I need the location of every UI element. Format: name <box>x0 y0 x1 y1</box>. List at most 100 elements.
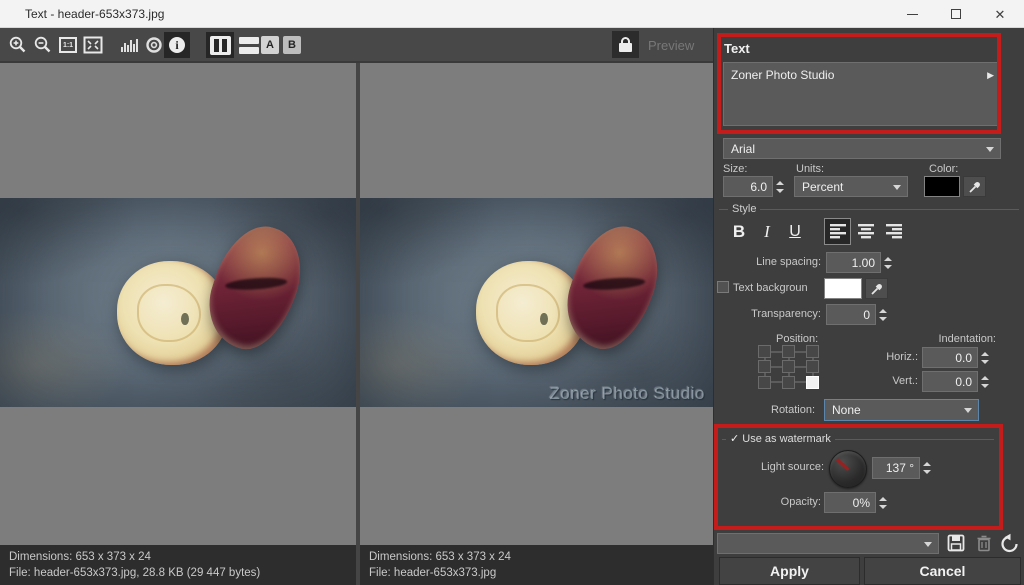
spin-down-icon[interactable] <box>776 189 784 193</box>
undo-icon <box>1000 533 1020 553</box>
font-family-select[interactable]: Arial <box>723 138 1001 159</box>
photo-original <box>0 198 356 407</box>
position-top-left[interactable] <box>758 345 771 358</box>
position-middle-left[interactable] <box>758 360 771 373</box>
color-eyedropper-button[interactable] <box>963 176 986 197</box>
titlebar: Text - header-653x373.jpg ✕ <box>0 0 1024 28</box>
preset-select[interactable] <box>717 533 939 554</box>
text-input[interactable]: Zoner Photo Studio ▶ <box>723 62 999 126</box>
preview-toggle[interactable]: Preview <box>648 38 694 53</box>
delete-preset-button[interactable] <box>972 531 996 555</box>
compare-side-by-side-button[interactable] <box>206 32 234 58</box>
show-original-button[interactable]: A <box>259 32 281 58</box>
histogram-button[interactable] <box>117 32 143 58</box>
minimize-button[interactable] <box>890 0 934 28</box>
underline-button[interactable]: U <box>782 219 808 245</box>
horiz-input[interactable]: 0.0 <box>922 347 978 368</box>
split-horizontal-icon <box>239 37 259 54</box>
units-label: Units: <box>796 163 824 175</box>
vert-label: Vert.: <box>864 375 918 387</box>
position-middle-center[interactable] <box>782 360 795 373</box>
vert-stepper[interactable] <box>980 371 990 392</box>
position-bottom-left[interactable] <box>758 376 771 389</box>
align-center-button[interactable] <box>852 218 879 245</box>
maximize-button[interactable] <box>934 0 978 28</box>
close-icon: ✕ <box>995 8 1006 21</box>
vert-input[interactable]: 0.0 <box>922 371 978 392</box>
info-button[interactable]: i <box>164 32 190 58</box>
save-preset-button[interactable] <box>944 531 968 555</box>
color-label: Color: <box>929 163 958 175</box>
actual-size-button[interactable]: 1:1 <box>56 32 80 58</box>
bold-button[interactable]: B <box>726 219 752 245</box>
spin-up-icon[interactable] <box>776 181 784 185</box>
eyedropper-icon <box>870 282 884 296</box>
apply-button[interactable]: Apply <box>719 557 860 585</box>
style-group-divider <box>719 209 1019 210</box>
one-to-one-icon: 1:1 <box>59 37 77 53</box>
line-spacing-label: Line spacing: <box>714 256 821 268</box>
light-source-label: Light source: <box>723 461 824 473</box>
position-top-center[interactable] <box>782 345 795 358</box>
viewer-toolbar: 1:1 i A B Preview <box>0 28 713 63</box>
floppy-disk-icon <box>947 534 965 552</box>
position-top-right[interactable] <box>806 345 819 358</box>
line-spacing-input[interactable]: 1.00 <box>826 252 881 273</box>
reset-button[interactable] <box>998 531 1022 555</box>
opacity-stepper[interactable] <box>878 492 888 513</box>
transparency-stepper[interactable] <box>878 304 888 325</box>
lock-icon <box>619 37 632 52</box>
close-button[interactable]: ✕ <box>978 0 1022 28</box>
align-center-icon <box>858 224 874 239</box>
line-spacing-stepper[interactable] <box>883 252 893 273</box>
text-background-checkbox[interactable] <box>717 281 729 293</box>
file-text: File: header-653x373.jpg <box>369 565 704 581</box>
checkbox-checked-icon: ✓ <box>730 433 742 445</box>
position-bottom-center[interactable] <box>782 376 795 389</box>
insert-variable-arrow-icon[interactable]: ▶ <box>987 70 994 81</box>
show-edited-button[interactable]: B <box>281 32 303 58</box>
opacity-input[interactable]: 0% <box>824 492 876 513</box>
eyedropper-icon <box>968 180 982 194</box>
lock-button[interactable] <box>612 31 639 58</box>
position-bottom-right[interactable] <box>806 376 819 389</box>
horiz-stepper[interactable] <box>980 347 990 368</box>
text-color-swatch[interactable] <box>924 176 960 197</box>
light-source-stepper[interactable] <box>922 457 932 479</box>
cancel-button[interactable]: Cancel <box>864 557 1021 585</box>
use-as-watermark-checkbox[interactable]: ✓ Use as watermark <box>726 432 835 445</box>
size-input[interactable]: 6.0 <box>723 176 773 197</box>
zoom-out-button[interactable] <box>31 32 55 58</box>
text-background-color-swatch[interactable] <box>824 278 862 299</box>
style-group-label: Style <box>728 203 760 215</box>
align-right-icon <box>886 224 902 239</box>
viewer-panel-preview[interactable]: Zoner Photo Studio Dimensions: 653 x 373… <box>360 63 713 585</box>
align-left-button[interactable] <box>824 218 851 245</box>
viewer-panel-original[interactable]: Dimensions: 653 x 373 x 24 File: header-… <box>0 63 356 585</box>
zoom-in-button[interactable] <box>6 32 30 58</box>
status-bar-left: Dimensions: 653 x 373 x 24 File: header-… <box>0 545 356 585</box>
background-eyedropper-button[interactable] <box>865 278 888 299</box>
version-a-icon: A <box>261 36 279 54</box>
app-window: Text - header-653x373.jpg ✕ 1:1 <box>0 0 1024 585</box>
align-right-button[interactable] <box>880 218 907 245</box>
chevron-down-icon <box>964 408 972 413</box>
position-middle-right[interactable] <box>806 360 819 373</box>
zoom-out-icon <box>33 35 53 55</box>
light-source-input[interactable]: 137 ° <box>872 457 920 479</box>
light-source-dial[interactable] <box>829 450 867 488</box>
units-select[interactable]: Percent <box>794 176 908 197</box>
italic-button[interactable]: I <box>754 219 780 245</box>
photo-preview: Zoner Photo Studio <box>360 198 713 407</box>
align-left-icon <box>830 224 846 239</box>
fit-to-window-button[interactable] <box>81 32 105 58</box>
position-label: Position: <box>776 333 818 345</box>
rotation-select[interactable]: None <box>824 399 979 421</box>
position-grid[interactable] <box>758 345 820 389</box>
transparency-input[interactable]: 0 <box>826 304 876 325</box>
clipping-warning-button[interactable] <box>142 32 166 58</box>
size-stepper[interactable] <box>775 176 785 197</box>
dial-needle-icon <box>836 458 850 471</box>
chevron-down-icon <box>924 542 932 547</box>
split-vertical-icon <box>210 36 231 55</box>
